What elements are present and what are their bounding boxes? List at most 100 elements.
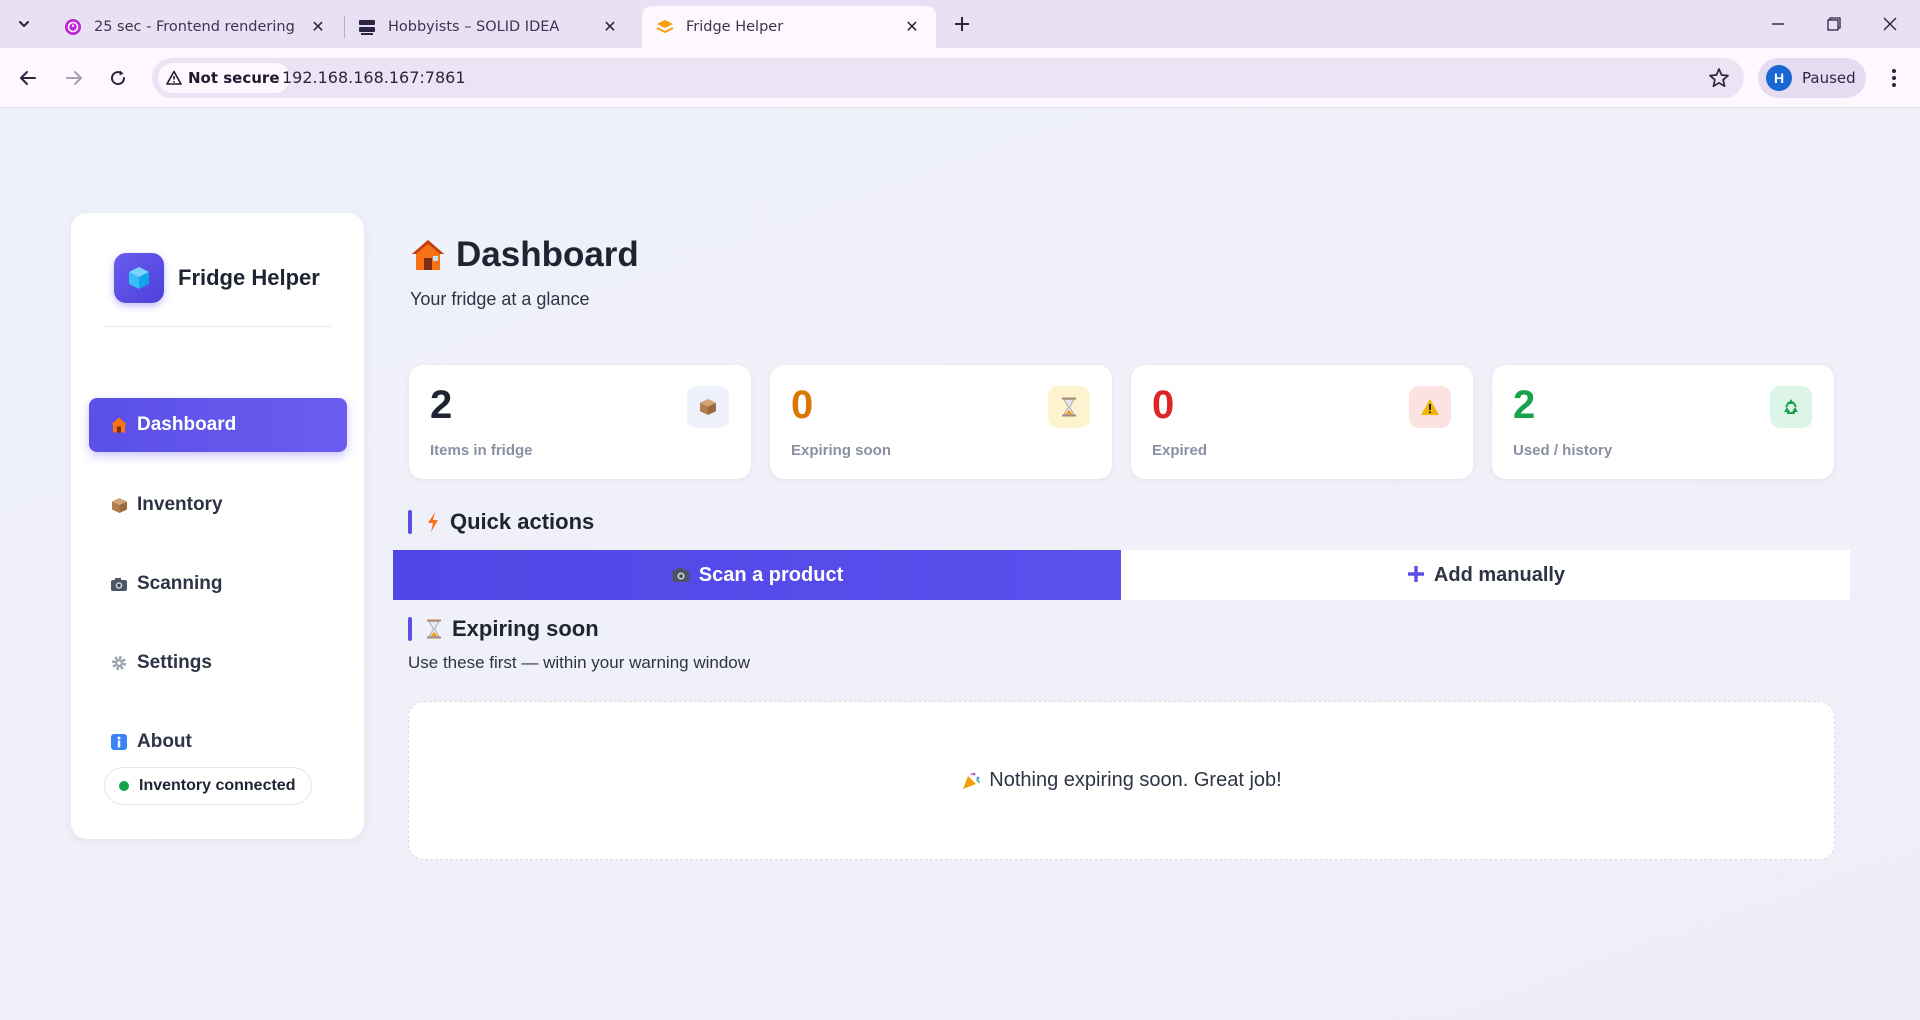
sidebar-item-label: About	[137, 731, 192, 752]
package-icon	[687, 386, 729, 428]
sidebar-item-label: Scanning	[137, 573, 223, 594]
back-button[interactable]	[10, 60, 46, 96]
window-close-button[interactable]	[1870, 8, 1910, 40]
button-label: Add manually	[1433, 563, 1566, 586]
app-name: Fridge Helper	[178, 265, 320, 290]
stat-card-used: 2 Used / history	[1492, 365, 1834, 479]
close-icon	[1883, 17, 1897, 31]
tab-title: Fridge Helper	[686, 19, 784, 35]
section-title: Expiring soon	[452, 616, 599, 641]
house-icon	[109, 416, 129, 434]
page-content: Fridge Helper Dashboard Inventory Scanni…	[0, 109, 1920, 1020]
stat-label: Expired	[1152, 442, 1208, 459]
package-icon	[109, 497, 129, 514]
sidebar-item-about[interactable]: About	[89, 715, 347, 769]
section-title: Quick actions	[450, 509, 595, 534]
hourglass-icon	[1048, 386, 1090, 428]
cube-logo-icon	[114, 253, 164, 303]
stat-card-expired: 0 Expired	[1131, 365, 1473, 479]
expiring-caption: Use these first — within your warning wi…	[408, 653, 751, 672]
stat-card-items: 2 Items in fridge	[409, 365, 751, 479]
warning-icon	[1409, 386, 1451, 428]
warning-icon	[166, 70, 182, 86]
party-popper-icon	[961, 771, 981, 791]
browser-tab-frontend[interactable]: 25 sec - Frontend rendering - C ✕	[50, 6, 342, 48]
stat-card-expiring: 0 Expiring soon	[770, 365, 1112, 479]
sidebar-item-inventory[interactable]: Inventory	[89, 478, 347, 532]
page-subtitle: Your fridge at a glance	[410, 289, 590, 309]
star-icon[interactable]	[1708, 67, 1730, 89]
browser-tab-hobbyists[interactable]: Hobbyists – SOLID IDEA ✕	[344, 6, 634, 48]
sidebar-item-dashboard[interactable]: Dashboard	[89, 398, 347, 452]
stat-label: Items in fridge	[430, 442, 533, 459]
chevron-down-icon	[19, 21, 29, 27]
sidebar-item-scanning[interactable]: Scanning	[89, 557, 347, 611]
browser-menu-button[interactable]	[1878, 62, 1910, 94]
info-icon	[109, 733, 129, 751]
divider	[105, 326, 331, 327]
sidebar: Fridge Helper Dashboard Inventory Scanni…	[71, 213, 364, 839]
avatar: H	[1766, 65, 1792, 91]
camera-icon	[109, 577, 129, 592]
close-icon[interactable]: ✕	[902, 17, 922, 37]
section-accent-bar	[408, 510, 412, 534]
profile-button[interactable]: H Paused	[1758, 58, 1866, 98]
reload-icon	[111, 70, 126, 86]
expiring-empty-state: Nothing expiring soon. Great job!	[408, 701, 1835, 860]
url-text[interactable]: 192.168.168.167:7861	[282, 58, 466, 98]
camera-icon	[671, 567, 691, 583]
tab-search-button[interactable]	[8, 8, 40, 40]
security-label: Not secure	[188, 69, 280, 87]
more-vertical-icon	[1892, 69, 1896, 87]
stat-label: Expiring soon	[791, 442, 892, 459]
plus-icon	[1406, 561, 1426, 589]
profile-status: Paused	[1802, 69, 1856, 87]
lightning-icon	[426, 511, 440, 533]
sidebar-item-label: Inventory	[137, 494, 223, 515]
brand: Fridge Helper	[114, 253, 320, 303]
new-tab-button[interactable]	[948, 10, 976, 38]
minimize-button[interactable]	[1758, 8, 1798, 40]
page-title-text: Dashboard	[456, 235, 639, 274]
browser-toolbar: Not secure 192.168.168.167:7861 H Paused	[0, 48, 1920, 108]
tab-title: 25 sec - Frontend rendering - C	[94, 19, 300, 35]
sidebar-item-label: Settings	[137, 652, 212, 673]
stat-value: 0	[1152, 383, 1175, 427]
browser-tab-fridge-helper[interactable]: Fridge Helper ✕	[642, 6, 936, 48]
section-accent-bar	[408, 617, 412, 641]
address-bar[interactable]: Not secure 192.168.168.167:7861	[152, 58, 1744, 98]
timer-icon	[64, 18, 82, 36]
button-label: Scan a product	[698, 563, 844, 586]
add-manually-button[interactable]: Add manually	[1121, 550, 1850, 600]
quick-actions-heading: Quick actions	[408, 509, 594, 535]
close-icon[interactable]: ✕	[600, 17, 620, 37]
stack-icon	[656, 18, 674, 36]
stat-value: 2	[1513, 383, 1536, 427]
sidebar-item-label: Dashboard	[137, 414, 237, 435]
stat-value: 0	[791, 383, 814, 427]
restore-button[interactable]	[1814, 8, 1854, 40]
empty-message: Nothing expiring soon. Great job!	[989, 769, 1282, 791]
page-title: Dashboard	[410, 235, 639, 275]
stat-label: Used / history	[1513, 442, 1613, 459]
house-icon	[410, 238, 446, 272]
browser-tab-strip: 25 sec - Frontend rendering - C ✕ Hobbyi…	[0, 0, 1920, 48]
server-icon	[358, 18, 376, 36]
security-chip[interactable]: Not secure	[158, 63, 290, 93]
restore-icon	[1827, 17, 1841, 31]
gear-icon	[109, 654, 129, 672]
hourglass-icon	[426, 618, 442, 640]
recycle-icon	[1770, 386, 1812, 428]
stat-value: 2	[430, 383, 453, 427]
arrow-left-icon	[20, 71, 36, 85]
expiring-soon-heading: Expiring soon	[408, 616, 599, 642]
plus-icon	[955, 17, 969, 31]
sidebar-item-settings[interactable]: Settings	[89, 636, 347, 690]
reload-button[interactable]	[100, 60, 136, 96]
minimize-icon	[1772, 23, 1784, 25]
forward-button[interactable]	[56, 60, 92, 96]
connection-status-badge: Inventory connected	[104, 767, 313, 805]
scan-product-button[interactable]: Scan a product	[393, 550, 1121, 600]
status-dot	[119, 781, 129, 791]
close-icon[interactable]: ✕	[308, 17, 328, 37]
